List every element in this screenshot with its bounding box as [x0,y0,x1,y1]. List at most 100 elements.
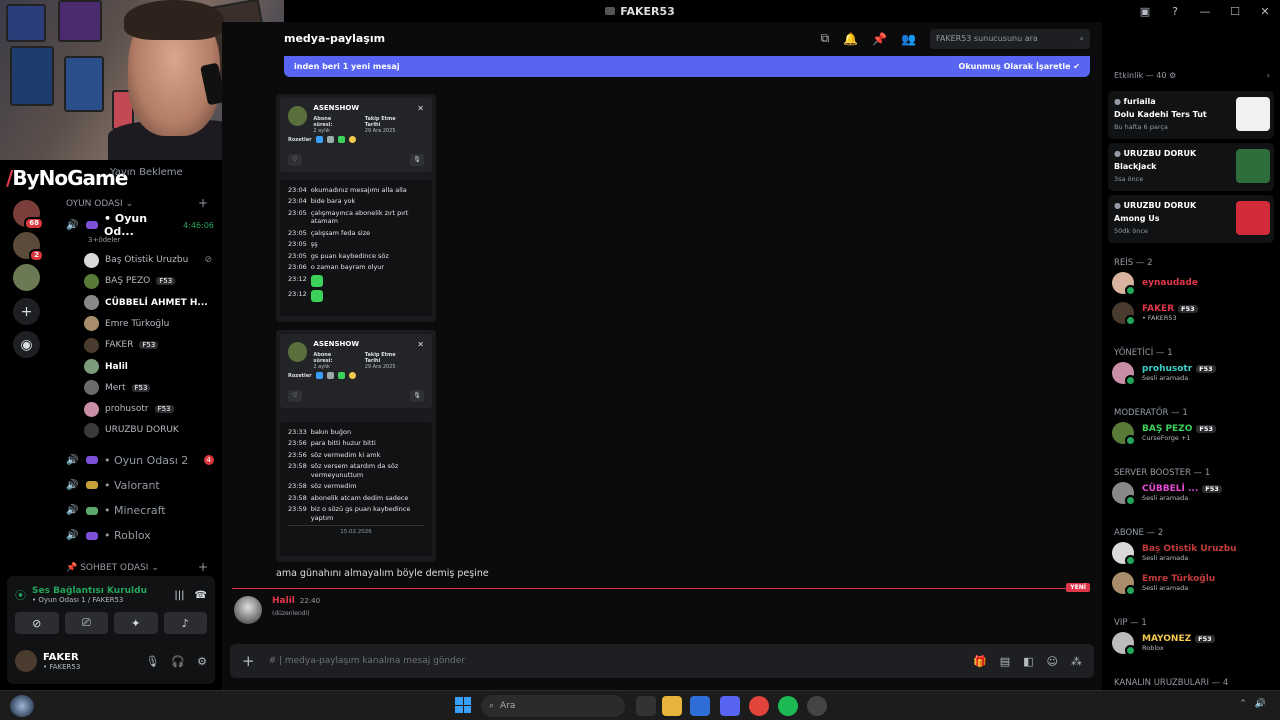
member-item[interactable]: Baş Otistik Uruzbu Sesli aramada [1112,539,1274,567]
voice-user[interactable]: BAŞ PEZO F53 [84,271,212,291]
heart-icon: ♡ [288,390,302,402]
server-icon[interactable]: 68 [13,200,44,230]
voice-user[interactable]: Halil [84,357,212,377]
close-button[interactable]: ✕ [1258,5,1272,18]
activities-button[interactable]: ✦ [114,612,158,634]
member-item[interactable]: MAYONEZ F53 Roblox [1112,629,1274,657]
chat-area: medya-paylaşım ⧉ 🔔 📌 👥 FAKER53 sunucusun… [222,22,1102,690]
voice-user[interactable]: CÜBBELİ AHMET H... [84,293,212,313]
headphones-icon[interactable]: 🎧 [171,655,185,668]
log-line: 23:05 çalışsam feda size [288,228,371,237]
minimize-button[interactable]: — [1198,5,1212,18]
member-item[interactable]: eynaudade [1112,269,1274,297]
help-icon[interactable]: ? [1168,5,1182,18]
activity-card[interactable]: ● furiaila Dolu Kadehi Ters Tut Bu hafta 6… [1108,91,1274,139]
voice-channel[interactable]: 🔊 • Minecraft [66,501,214,521]
add-channel-icon[interactable]: + [198,560,208,574]
member-group-header: Server Booster — 1 [1114,468,1211,478]
user-icon: ● [1114,149,1121,158]
add-server-icon[interactable]: + [13,298,40,325]
voice-user[interactable]: Emre Türkoğlu [84,314,212,334]
voice-channel-active[interactable]: 🔊 • Oyun Od... 4:46:06 [66,212,214,238]
header-toolbar: ⧉ 🔔 📌 👥 FAKER53 sunucusunu ara ⌕ [821,22,1090,55]
log-line: 23:58 abonelik atcam dedim sadece [288,493,409,502]
mark-read-button[interactable]: Okunmuş Olarak İşaretle ✔ [959,62,1080,71]
gif-icon[interactable]: ▤ [1000,655,1010,668]
voice-channel[interactable]: 🔊 • Roblox [66,526,214,546]
avatar [1112,572,1136,596]
volume-icon[interactable]: 🔊 [1255,699,1266,709]
voice-user[interactable]: Mert F53 [84,378,212,398]
app-icon[interactable] [807,696,827,716]
category-chat[interactable]: 📌 SOHBET ODASI ⌄ [66,563,159,573]
file-explorer-icon[interactable] [662,696,682,716]
activity-card[interactable]: ● URUZBU DORUK Among Us 50dk önce [1108,195,1274,243]
spotify-icon[interactable] [778,696,798,716]
apps-icon[interactable]: ⁂ [1071,655,1082,668]
chrome-icon[interactable] [749,696,769,716]
discord-icon[interactable] [720,696,740,716]
avatar [84,359,99,374]
message-composer[interactable]: + # | medya-paylaşım kanalına mesaj gönd… [230,644,1094,678]
soundboard-button[interactable]: ♪ [163,612,207,634]
member-item[interactable]: Emre Türkoğlu Sesli aramada [1112,569,1274,597]
wifi-icon[interactable]: ⌃ [1239,699,1247,709]
settings-icon[interactable]: ⚙ [197,655,207,668]
members-icon[interactable]: 👥 [901,32,916,46]
gift-icon[interactable]: 🎁 [973,655,987,668]
emoji-icon[interactable]: ☺ [1047,655,1058,668]
member-item[interactable]: BAŞ PEZO F53 CurseForge +1 [1112,419,1274,447]
voice-user[interactable]: Baş Otistik Uruzbu ⊘ [84,250,212,270]
log-line: 23:05 çalışmayınca abonelik zırt pırt ata… [288,208,409,226]
image-attachment[interactable]: ASENSHOW Abone süresi: 2 aylık Takip Etme T… [276,94,436,322]
search-input[interactable]: FAKER53 sunucusunu ara ⌕ [930,28,1090,49]
avatar[interactable] [234,596,262,624]
voice-user[interactable]: FAKER F53 [84,335,212,355]
store-icon[interactable] [690,696,710,716]
category-voice[interactable]: OYUN ODASI ⌄ [66,199,133,209]
voice-user[interactable]: URUZBU DORUK [84,420,212,440]
member-group-header: YÖNETİCİ — 1 [1114,348,1173,358]
avatar[interactable] [15,650,37,672]
voice-user[interactable]: prohusotr F53 [84,399,212,419]
plus-icon[interactable]: + [242,652,255,670]
events-header[interactable]: Etkinlik — 40 ⚙ › [1114,71,1270,80]
screen-share-button[interactable]: ⎚ [64,612,108,634]
message-author[interactable]: Halil [272,596,295,606]
voice-channel[interactable]: 🔊 • Oyun Odası 24 [66,450,214,470]
maximize-button[interactable]: ☐ [1228,5,1242,18]
member-item[interactable]: FAKER F53 • FAKER53 [1112,299,1274,327]
disconnect-icon[interactable]: ☎ [195,590,207,601]
channel-item[interactable]: Yayın Bekleme [110,167,183,178]
discover-icon[interactable]: ◉ [13,331,40,358]
task-view-icon[interactable] [636,696,656,716]
add-channel-icon[interactable]: + [198,196,208,210]
system-tray[interactable]: ⌃ 🔊 [1239,699,1266,709]
server-icon[interactable]: 2 [13,232,44,262]
message-input[interactable]: # | medya-paylaşım kanalına mesaj gönder [269,656,959,666]
noise-suppression-icon[interactable]: ||| [174,590,184,601]
image-attachment[interactable]: ASENSHOW Abone süresi: 2 aylık Takip Etme T… [276,330,436,562]
camera-off-button[interactable]: ⊘ [15,612,59,634]
weather-widget[interactable] [10,695,34,717]
activity-card[interactable]: ● URUZBU DORUK Blackjack 3sa önce [1108,143,1274,191]
voice-status[interactable]: Ses Bağlantısı Kuruldu [32,586,147,596]
taskbar-search[interactable]: ⌕ Ara [481,695,625,717]
sticker-icon[interactable]: ◧ [1023,655,1033,668]
new-messages-bar[interactable]: inden beri 1 yeni mesaj Okunmuş Olarak İ… [284,56,1090,77]
bell-icon[interactable]: 🔔 [843,32,858,46]
member-item[interactable]: CÜBBELİ ... F53 Sesli aramada [1112,479,1274,507]
profile-card: ASENSHOW Abone süresi: 2 aylık Takip Etme T… [280,334,432,408]
member-item[interactable]: prohusotr F53 Sesli aramada [1112,359,1274,387]
mic-icon: 🎙 [410,390,424,402]
voice-channel[interactable]: 🔊 • Valorant [66,475,214,495]
server-tag: F53 [139,341,159,350]
server-icon[interactable] [13,264,40,291]
pin-icon[interactable]: 📌 [872,32,887,46]
microphone-icon[interactable]: 🎙 [145,655,159,668]
inbox-icon[interactable]: ▣ [1138,5,1152,18]
message-time: 22:40 [299,597,321,605]
server-tag: F53 [1195,635,1215,643]
start-button[interactable] [455,697,471,713]
threads-icon[interactable]: ⧉ [821,31,830,46]
